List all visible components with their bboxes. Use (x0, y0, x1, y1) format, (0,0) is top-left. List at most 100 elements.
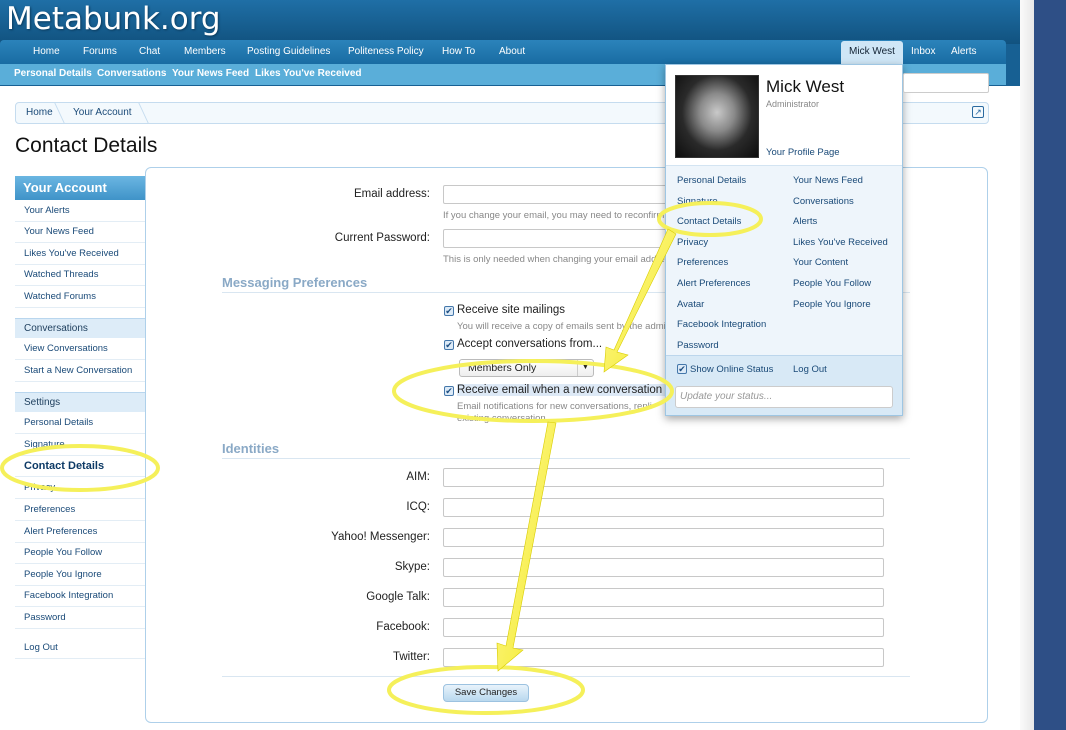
window-edge (1020, 0, 1066, 730)
receive-mailings-checkbox[interactable]: ✔ (444, 306, 454, 316)
jump-to-icon[interactable]: ↗ (972, 106, 984, 118)
sidebar-item-logout[interactable]: Log Out (15, 638, 145, 659)
nav-members[interactable]: Members (184, 40, 226, 64)
popup-link-people-you-follow[interactable]: People You Follow (793, 278, 871, 289)
popup-link-people-you-ignore[interactable]: People You Ignore (793, 299, 871, 310)
subnav-likes[interactable]: Likes You've Received (255, 64, 362, 85)
nav-user-menu[interactable]: Mick West (841, 41, 903, 65)
sidebar-heading[interactable]: Your Account (15, 176, 145, 200)
popup-link-contact-details[interactable]: Contact Details (677, 216, 741, 227)
password-hint: This is only needed when changing your e… (443, 254, 665, 265)
conversations-select-value: Members Only (468, 362, 537, 374)
nav-politeness-policy[interactable]: Politeness Policy (348, 40, 424, 64)
nav-inbox[interactable]: Inbox (911, 40, 935, 64)
mailings-hint: You will receive a copy of emails sent b… (457, 321, 667, 332)
password-field[interactable] (443, 229, 673, 248)
nav-chat[interactable]: Chat (139, 40, 160, 64)
popup-role: Administrator (766, 99, 820, 109)
popup-link-alerts[interactable]: Alerts (793, 216, 817, 227)
email-field[interactable] (443, 185, 673, 204)
nav-forums[interactable]: Forums (83, 40, 117, 64)
popup-link-avatar[interactable]: Avatar (677, 299, 704, 310)
sidebar-item-people-you-follow[interactable]: People You Follow (15, 543, 145, 564)
facebook-label: Facebook: (376, 621, 430, 633)
sidebar-item-alert-preferences[interactable]: Alert Preferences (15, 522, 145, 543)
accept-conversations-checkbox[interactable]: ✔ (444, 340, 454, 350)
subnav-conversations[interactable]: Conversations (97, 64, 166, 85)
accept-conversations-label: Accept conversations from... (457, 338, 603, 350)
sidebar-item-watched-forums[interactable]: Watched Forums (15, 287, 145, 308)
receive-email-checkbox[interactable]: ✔ (444, 386, 454, 396)
aim-label: AIM: (406, 471, 430, 483)
search-input[interactable] (903, 73, 989, 93)
facebook-field[interactable] (443, 618, 884, 637)
password-label: Current Password: (334, 232, 430, 244)
section-divider (222, 458, 910, 459)
user-popup-menu: Mick West Administrator Your Profile Pag… (665, 64, 903, 416)
popup-link-alert-preferences[interactable]: Alert Preferences (677, 278, 750, 289)
sidebar-item-watched-threads[interactable]: Watched Threads (15, 265, 145, 286)
nav-alerts[interactable]: Alerts (951, 40, 977, 64)
nav-how-to[interactable]: How To (442, 40, 475, 64)
popup-link-privacy[interactable]: Privacy (677, 237, 708, 248)
sidebar-item-preferences[interactable]: Preferences (15, 500, 145, 521)
popup-link-password[interactable]: Password (677, 340, 719, 351)
sidebar-item-contact-details[interactable]: Contact Details (15, 456, 145, 477)
popup-link-conversations[interactable]: Conversations (793, 196, 854, 207)
yahoo-field[interactable] (443, 528, 884, 547)
popup-link-personal-details[interactable]: Personal Details (677, 175, 746, 186)
skype-field[interactable] (443, 558, 884, 577)
email-label: Email address: (353, 188, 430, 200)
popup-logout-link[interactable]: Log Out (793, 364, 827, 375)
sidebar-item-news-feed[interactable]: Your News Feed (15, 222, 145, 243)
popup-link-your-content[interactable]: Your Content (793, 257, 848, 268)
sidebar-item-personal-details[interactable]: Personal Details (15, 413, 145, 434)
yahoo-label: Yahoo! Messenger: (331, 531, 430, 543)
sidebar-item-start-conversation[interactable]: Start a New Conversation (15, 361, 145, 382)
show-online-checkbox[interactable]: ✔ (677, 364, 687, 374)
receive-email-label: Receive email when a new conversation m (457, 384, 675, 396)
popup-header: Mick West Administrator Your Profile Pag… (666, 65, 902, 164)
show-online-label: Show Online Status (690, 364, 774, 375)
receive-mailings-label: Receive site mailings (457, 304, 566, 316)
sidebar-conversations-heading[interactable]: Conversations (15, 318, 145, 338)
sidebar-item-likes[interactable]: Likes You've Received (15, 244, 145, 265)
google-talk-field[interactable] (443, 588, 884, 607)
sidebar-item-privacy[interactable]: Privacy (15, 478, 145, 499)
avatar[interactable] (675, 75, 759, 158)
popup-link-facebook-integration[interactable]: Facebook Integration (677, 319, 766, 330)
popup-link-preferences[interactable]: Preferences (677, 257, 728, 268)
subnav-news-feed[interactable]: Your News Feed (172, 64, 249, 85)
popup-footer: ✔ Show Online Status Log Out Update your… (666, 355, 902, 415)
crumb-separator (129, 103, 149, 123)
twitter-field[interactable] (443, 648, 884, 667)
icq-field[interactable] (443, 498, 884, 517)
popup-username[interactable]: Mick West (766, 77, 844, 97)
nav-home[interactable]: Home (33, 40, 60, 64)
site-logo[interactable]: Metabunk.org (6, 1, 221, 37)
sidebar-item-facebook-integration[interactable]: Facebook Integration (15, 586, 145, 607)
sidebar-item-alerts[interactable]: Your Alerts (15, 201, 145, 222)
conversations-select[interactable]: Members Only ▼ (459, 359, 594, 377)
crumb-your-account[interactable]: Your Account (73, 103, 132, 123)
identities-heading: Identities (222, 441, 280, 456)
sidebar-item-password[interactable]: Password (15, 608, 145, 629)
google-talk-label: Google Talk: (366, 591, 430, 603)
save-button[interactable]: Save Changes (443, 684, 529, 702)
aim-field[interactable] (443, 468, 884, 487)
sidebar-item-signature[interactable]: Signature (15, 435, 145, 456)
icq-label: ICQ: (406, 501, 430, 513)
chevron-down-icon: ▼ (577, 360, 593, 376)
popup-profile-link[interactable]: Your Profile Page (766, 147, 840, 158)
sidebar-item-people-you-ignore[interactable]: People You Ignore (15, 565, 145, 586)
status-input[interactable]: Update your status... (675, 386, 893, 408)
popup-link-news-feed[interactable]: Your News Feed (793, 175, 863, 186)
sidebar-settings-heading[interactable]: Settings (15, 392, 145, 412)
nav-about[interactable]: About (499, 40, 525, 64)
subnav-personal-details[interactable]: Personal Details (14, 64, 92, 85)
nav-posting-guidelines[interactable]: Posting Guidelines (247, 40, 330, 64)
skype-label: Skype: (394, 561, 430, 573)
popup-link-signature[interactable]: Signature (677, 196, 718, 207)
sidebar-item-view-conversations[interactable]: View Conversations (15, 339, 145, 360)
popup-link-likes[interactable]: Likes You've Received (793, 237, 888, 248)
